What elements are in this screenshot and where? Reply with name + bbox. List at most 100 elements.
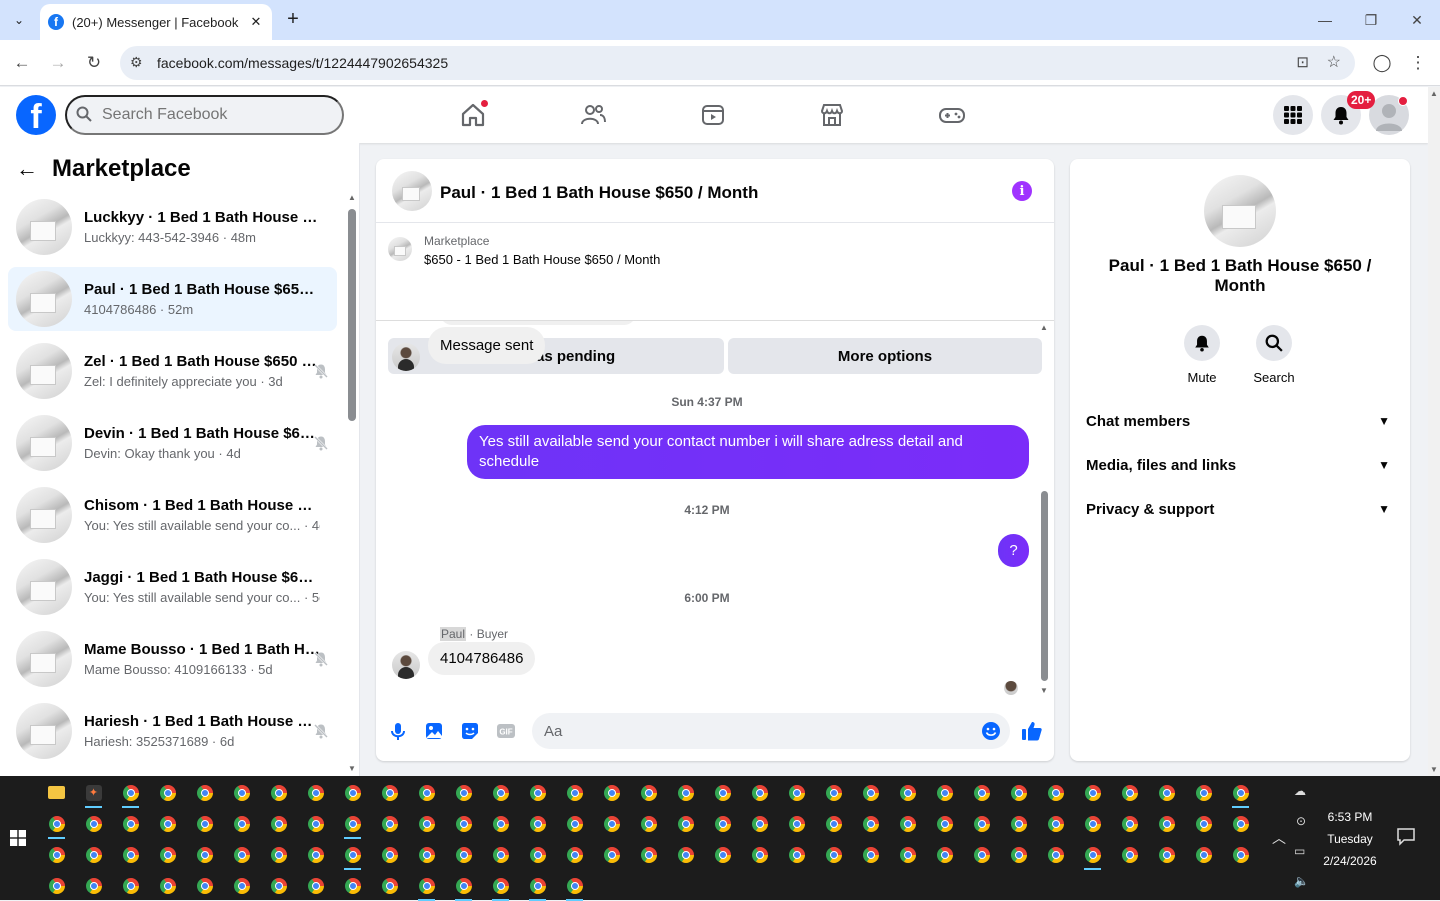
chrome-taskbar-icon[interactable] (926, 777, 963, 808)
sender-avatar[interactable] (392, 343, 420, 371)
privacy-support-section[interactable]: Privacy & support ▼ (1086, 487, 1394, 531)
chrome-taskbar-icon[interactable] (593, 777, 630, 808)
photo-icon[interactable] (424, 721, 444, 741)
restore-button[interactable]: ❐ (1348, 0, 1394, 40)
chrome-taskbar-icon[interactable] (371, 808, 408, 839)
chrome-taskbar-icon[interactable] (186, 808, 223, 839)
chrome-taskbar-icon[interactable] (926, 808, 963, 839)
chrome-taskbar-icon[interactable] (741, 777, 778, 808)
chrome-taskbar-icon[interactable] (963, 777, 1000, 808)
chrome-taskbar-icon[interactable] (852, 839, 889, 870)
chrome-taskbar-icon[interactable] (778, 808, 815, 839)
chrome-taskbar-icon[interactable] (1222, 808, 1259, 839)
chat-members-section[interactable]: Chat members ▼ (1086, 399, 1394, 443)
close-window-button[interactable]: ✕ (1394, 0, 1440, 40)
sender-avatar[interactable] (392, 651, 420, 679)
chrome-taskbar-icon[interactable] (186, 839, 223, 870)
chrome-taskbar-icon[interactable] (630, 839, 667, 870)
chrome-taskbar-icon[interactable] (778, 777, 815, 808)
chrome-taskbar-icon[interactable] (223, 777, 260, 808)
chrome-taskbar-icon[interactable] (556, 777, 593, 808)
incoming-message[interactable]: Message sent (428, 327, 546, 364)
chrome-taskbar-icon[interactable] (38, 839, 75, 870)
chrome-taskbar-icon[interactable] (186, 870, 223, 901)
gif-icon[interactable]: GIF (496, 721, 516, 741)
conversation-item[interactable]: Chisom · 1 Bed 1 Bath House $650 / Month… (8, 483, 337, 547)
conversation-item[interactable]: Devin · 1 Bed 1 Bath House $650 / Month D… (8, 411, 337, 475)
profile-icon[interactable]: ◯ (1370, 51, 1394, 75)
chrome-taskbar-icon[interactable] (889, 777, 926, 808)
chrome-taskbar-icon[interactable] (482, 839, 519, 870)
chrome-taskbar-icon[interactable] (371, 870, 408, 901)
facebook-logo-icon[interactable]: f (16, 95, 56, 135)
chrome-taskbar-icon[interactable] (1074, 777, 1111, 808)
chrome-taskbar-icon[interactable] (852, 808, 889, 839)
chrome-taskbar-icon[interactable] (260, 777, 297, 808)
sticker-icon[interactable] (460, 721, 480, 741)
chrome-taskbar-icon[interactable] (260, 839, 297, 870)
mute-action[interactable]: Mute (1172, 325, 1232, 385)
chrome-taskbar-icon[interactable] (1037, 808, 1074, 839)
chrome-taskbar-icon[interactable] (112, 777, 149, 808)
conversation-item[interactable]: Hariesh · 1 Bed 1 Bath House $650 / Mont… (8, 699, 337, 763)
chat-scrollbar[interactable]: ▲ ▼ (1038, 321, 1050, 697)
meet-icon[interactable]: ⊙ (1296, 814, 1306, 828)
listing-thumbnail[interactable] (388, 237, 412, 261)
app-taskbar-icon[interactable]: ✦ (75, 777, 112, 808)
network-icon[interactable]: ▭ (1294, 844, 1305, 858)
chrome-taskbar-icon[interactable] (408, 839, 445, 870)
chrome-taskbar-icon[interactable] (1185, 777, 1222, 808)
chrome-taskbar-icon[interactable] (1074, 808, 1111, 839)
back-button[interactable]: ← (10, 51, 34, 75)
page-scrollbar[interactable]: ▲ ▼ (1428, 87, 1440, 776)
chrome-taskbar-icon[interactable] (1111, 808, 1148, 839)
chrome-taskbar-icon[interactable] (334, 777, 371, 808)
chrome-taskbar-icon[interactable] (1074, 839, 1111, 870)
chrome-taskbar-icon[interactable] (445, 777, 482, 808)
outgoing-message[interactable]: Yes still available send your contact nu… (467, 425, 1029, 479)
file-explorer-taskbar-icon[interactable] (38, 777, 75, 808)
chrome-taskbar-icon[interactable] (1148, 808, 1185, 839)
chrome-taskbar-icon[interactable] (519, 839, 556, 870)
chrome-taskbar-icon[interactable] (149, 808, 186, 839)
chrome-taskbar-icon[interactable] (1111, 777, 1148, 808)
chrome-taskbar-icon[interactable] (482, 870, 519, 901)
chrome-taskbar-icon[interactable] (889, 839, 926, 870)
chrome-taskbar-icon[interactable] (408, 870, 445, 901)
listing-title[interactable]: $650 - 1 Bed 1 Bath House $650 / Month (424, 252, 660, 267)
chrome-taskbar-icon[interactable] (704, 839, 741, 870)
chrome-taskbar-icon[interactable] (260, 808, 297, 839)
chrome-taskbar-icon[interactable] (556, 839, 593, 870)
chrome-taskbar-icon[interactable] (1037, 839, 1074, 870)
chrome-taskbar-icon[interactable] (741, 808, 778, 839)
chrome-taskbar-icon[interactable] (408, 777, 445, 808)
chrome-taskbar-icon[interactable] (1000, 808, 1037, 839)
chrome-taskbar-icon[interactable] (704, 808, 741, 839)
microphone-icon[interactable] (388, 721, 408, 741)
chrome-taskbar-icon[interactable] (75, 839, 112, 870)
conversation-list-scrollbar[interactable]: ▲ ▼ (346, 193, 358, 773)
search-action[interactable]: Search (1244, 325, 1304, 385)
gaming-icon[interactable] (938, 101, 966, 129)
chrome-taskbar-icon[interactable] (889, 808, 926, 839)
chrome-taskbar-icon[interactable] (556, 808, 593, 839)
thumbs-up-icon[interactable] (1021, 720, 1043, 742)
chrome-taskbar-icon[interactable] (815, 808, 852, 839)
browser-menu-icon[interactable]: ⋮ (1406, 51, 1430, 75)
chrome-taskbar-icon[interactable] (667, 808, 704, 839)
chrome-taskbar-icon[interactable] (1037, 777, 1074, 808)
chrome-taskbar-icon[interactable] (75, 870, 112, 901)
chrome-taskbar-icon[interactable] (186, 777, 223, 808)
browser-tab-messenger[interactable]: f (20+) Messenger | Facebook ✕ (40, 4, 272, 40)
chrome-taskbar-icon[interactable] (815, 839, 852, 870)
forward-button[interactable]: → (46, 51, 70, 75)
windows-start-icon[interactable] (10, 830, 26, 846)
chrome-taskbar-icon[interactable] (482, 777, 519, 808)
conversation-item[interactable]: Mame Bousso · 1 Bed 1 Bath House $650 / … (8, 627, 337, 691)
close-tab-icon[interactable]: ✕ (248, 14, 264, 30)
chrome-taskbar-icon[interactable] (630, 808, 667, 839)
conversation-item[interactable]: Zel · 1 Bed 1 Bath House $650 / Month Zel… (8, 339, 337, 403)
chrome-taskbar-icon[interactable] (1148, 777, 1185, 808)
chrome-taskbar-icon[interactable] (519, 870, 556, 901)
chrome-taskbar-icon[interactable] (149, 777, 186, 808)
